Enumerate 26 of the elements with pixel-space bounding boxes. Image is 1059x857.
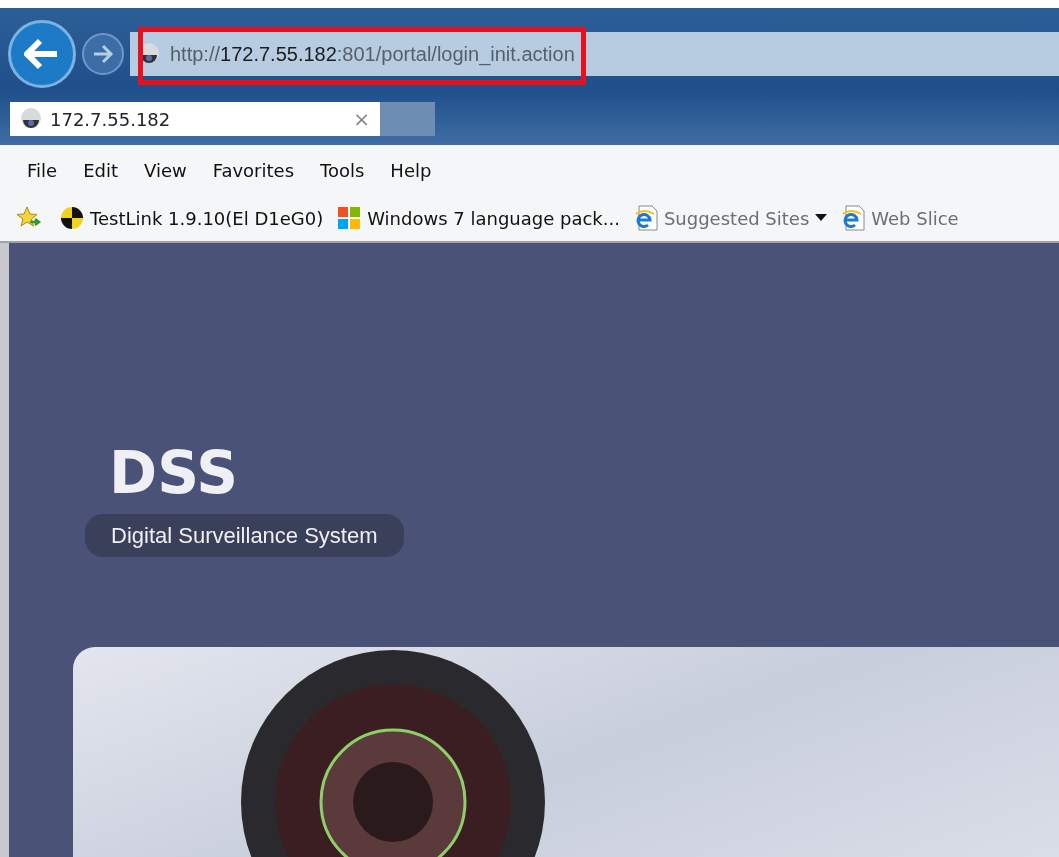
favorite-link[interactable]: Suggested Sites [629,202,832,234]
logo-title: DSS [109,443,240,504]
tab-title: 172.7.55.182 [50,107,171,132]
forward-button[interactable] [82,33,124,75]
menu-item[interactable]: Favorites [199,152,307,188]
menu-item[interactable]: View [131,152,200,188]
favorite-link[interactable]: Windows 7 language pack... [333,202,624,234]
four-squares-icon [337,206,362,230]
favorites-star-icon[interactable] [16,206,42,230]
forward-arrow-icon [92,44,114,64]
favorite-link[interactable]: Web Slice [837,202,963,234]
menu-item[interactable]: Help [377,152,445,188]
url-text: http://172.7.55.182:801/portal/login_init.action [170,42,575,68]
close-icon[interactable]: × [353,104,370,134]
browser-page-icon [633,205,658,231]
dome-camera-icon [20,108,42,130]
favorite-link[interactable]: TestLink 1.9.10(El D1eG0) [56,202,328,234]
menu-item[interactable]: Edit [70,152,131,188]
address-bar[interactable]: http://172.7.55.182:801/portal/login_init.action [130,32,1059,76]
logo-subtitle: Digital Surveillance System [85,513,404,557]
browser-page-icon [841,205,866,231]
back-arrow-icon [24,38,60,70]
browser-tab[interactable]: 172.7.55.182 × [10,102,380,136]
menu-item[interactable]: Tools [307,152,378,188]
crosshair-circle-icon [60,206,84,230]
menu-item[interactable]: File [14,152,71,188]
